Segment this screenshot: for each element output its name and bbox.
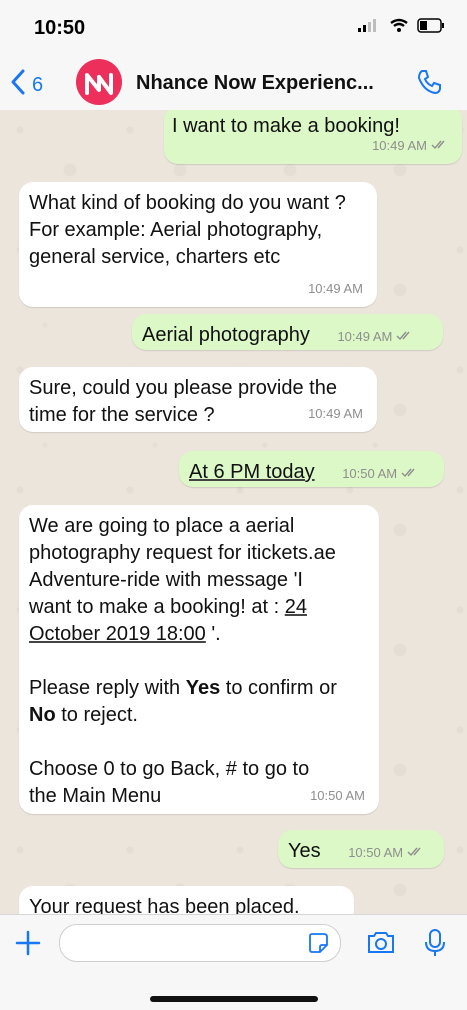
timestamp: 10:49 AM	[308, 281, 363, 296]
timestamp: 10:49 AM	[308, 406, 363, 421]
message-text: to confirm or	[220, 677, 337, 699]
double-check-icon	[401, 460, 418, 487]
chat-header: 6 Nhance Now Experienc...	[0, 58, 467, 111]
signal-icon	[357, 18, 381, 38]
camera-icon[interactable]	[366, 929, 396, 960]
timestamp: 10:49 AM	[372, 138, 427, 153]
contact-logo-icon	[85, 73, 113, 95]
composer-bar	[0, 914, 467, 1010]
wifi-icon	[389, 18, 409, 38]
message-line: general service, charters etc	[29, 246, 281, 268]
message-bubble-incoming[interactable]: What kind of booking do you want ? For e…	[19, 182, 377, 307]
message-text: Yes	[288, 840, 321, 862]
status-icons	[357, 18, 445, 38]
message-line: Choose 0 to go Back, # to go to	[29, 758, 310, 780]
message-line: want to make a booking! at : 24	[29, 594, 369, 621]
yes-keyword: Yes	[185, 677, 221, 699]
message-line: What kind of booking do you want ?	[29, 192, 346, 214]
timestamp: 10:50 AM	[310, 788, 365, 803]
status-bar: 10:50	[0, 0, 467, 58]
line-spacer	[29, 729, 369, 756]
message-line: photography request for itickets.ae	[29, 542, 336, 564]
status-time: 10:50	[34, 17, 86, 39]
back-button[interactable]: 6	[10, 68, 43, 102]
home-indicator	[150, 996, 318, 1002]
message-line: For example: Aerial photography,	[29, 219, 323, 241]
no-keyword: No	[29, 704, 56, 726]
chevron-left-icon	[10, 68, 32, 102]
timestamp: 10:49 AM	[337, 329, 393, 344]
message-text: Please reply with	[29, 677, 186, 699]
message-bubble-incoming[interactable]: Sure, could you please provide the time …	[19, 367, 377, 432]
message-text: I want to make a booking!	[172, 115, 400, 137]
sticker-icon[interactable]	[306, 931, 330, 960]
message-time: 10:50 AM	[342, 460, 418, 487]
message-line: Adventure-ride with message 'I	[29, 569, 303, 591]
date-link[interactable]: October 2019 18:00	[29, 623, 206, 645]
microphone-icon[interactable]	[423, 928, 447, 963]
avatar[interactable]	[76, 59, 122, 105]
message-text: want to make a booking! at :	[29, 596, 280, 618]
chat-area[interactable]: I want to make a booking! 10:49 AM What …	[0, 110, 467, 914]
message-bubble-outgoing[interactable]: Yes 10:50 AM	[278, 830, 444, 868]
message-time: 10:49 AM	[372, 132, 448, 159]
message-line: October 2019 18:00 '.	[29, 621, 369, 648]
message-bubble-outgoing[interactable]: I want to make a booking! 10:49 AM	[164, 110, 462, 164]
battery-icon	[417, 18, 445, 38]
message-line: We are going to place a aerial	[29, 515, 295, 537]
message-bubble-outgoing[interactable]: At 6 PM today 10:50 AM	[179, 451, 444, 487]
message-bubble-incoming[interactable]: We are going to place a aerial photograp…	[19, 505, 379, 814]
line-spacer	[29, 648, 369, 675]
message-input[interactable]	[59, 924, 341, 962]
message-text: to reject.	[55, 704, 138, 726]
date-link[interactable]: 24	[285, 596, 307, 618]
message-line: Sure, could you please provide the	[29, 377, 337, 399]
double-check-icon	[407, 839, 424, 866]
message-bubble-incoming[interactable]: Your request has been placed.	[19, 886, 354, 914]
back-count: 6	[32, 73, 44, 96]
message-text: '.	[205, 623, 221, 645]
message-text: Aerial photography	[142, 324, 310, 346]
timestamp: 10:50 AM	[348, 845, 404, 860]
double-check-icon	[396, 323, 413, 350]
message-bubble-outgoing[interactable]: Aerial photography 10:49 AM	[132, 314, 443, 350]
message-text: Your request has been placed.	[29, 896, 300, 914]
contact-name[interactable]: Nhance Now Experienc...	[136, 72, 374, 95]
timestamp: 10:50 AM	[342, 466, 398, 481]
message-text: At 6 PM today	[189, 461, 315, 483]
message-input-field[interactable]	[74, 931, 298, 955]
phone-icon[interactable]	[415, 68, 443, 101]
message-time: 10:49 AM	[337, 323, 413, 350]
message-line: No to reject.	[29, 702, 369, 729]
message-line: Please reply with Yes to confirm or	[29, 675, 369, 702]
plus-icon[interactable]	[14, 929, 42, 962]
double-check-icon	[431, 132, 448, 159]
message-time: 10:50 AM	[348, 839, 424, 866]
